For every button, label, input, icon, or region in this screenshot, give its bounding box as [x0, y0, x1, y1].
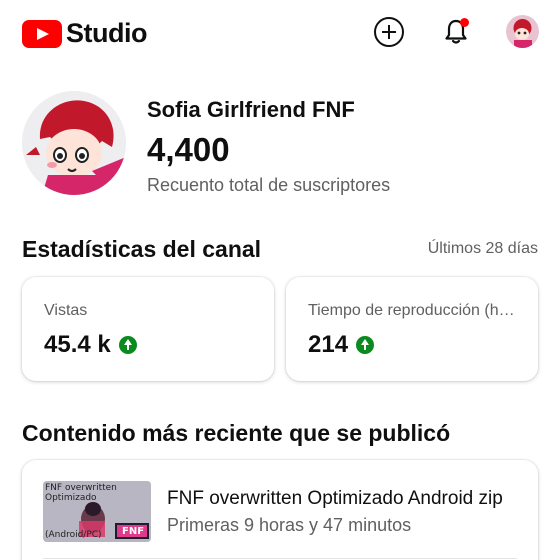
- stat-value-views: 45.4 k: [44, 331, 111, 358]
- logo-text: Studio: [66, 18, 147, 48]
- video-subtitle: Primeras 9 horas y 47 minutos: [167, 515, 412, 535]
- divider: [43, 558, 517, 559]
- thumbnail-caption: Optimizado: [45, 493, 97, 503]
- channel-avatar[interactable]: [22, 91, 126, 195]
- account-avatar[interactable]: [506, 15, 539, 48]
- watch-time-stat-card[interactable]: Tiempo de reproducción (horas) 214: [286, 277, 538, 381]
- video-title: FNF overwritten Optimizado Android zip: [167, 488, 503, 509]
- thumbnail-caption: FNF overwritten: [45, 483, 117, 493]
- youtube-play-icon: [22, 19, 62, 48]
- channel-avatar-image: [22, 91, 126, 195]
- stat-label-watch-time: Tiempo de reproducción (horas): [308, 302, 520, 319]
- avatar-image: [506, 15, 539, 48]
- views-stat-card[interactable]: Vistas 45.4 k: [22, 277, 274, 381]
- studio-logo[interactable]: Studio: [22, 18, 147, 49]
- stats-period: Últimos 28 días: [427, 240, 538, 257]
- recent-content-title: Contenido más reciente que se publicó: [22, 420, 451, 446]
- stat-value-watch-time: 214: [308, 331, 349, 358]
- thumbnail-logo-text: FNF: [122, 526, 145, 537]
- subscriber-count: 4,400: [147, 131, 230, 168]
- channel-name: Sofia Girlfriend FNF: [147, 97, 355, 122]
- thumbnail-caption: (Android/PC): [45, 530, 102, 540]
- subscriber-label: Recuento total de suscriptores: [147, 175, 391, 195]
- stat-label-views: Vistas: [44, 302, 88, 319]
- trend-up-icon: [118, 336, 137, 354]
- top-app-bar: Studio: [0, 0, 560, 64]
- recent-video-card[interactable]: FNF overwritten Optimizado (Android/PC) …: [22, 460, 538, 560]
- stat-value-row: 45.4 k: [44, 331, 137, 359]
- create-icon[interactable]: [374, 17, 404, 47]
- trend-up-icon: [356, 336, 375, 354]
- notifications-icon[interactable]: [440, 16, 472, 48]
- video-thumbnail[interactable]: FNF overwritten Optimizado (Android/PC) …: [43, 481, 151, 542]
- notification-badge: [460, 18, 469, 27]
- stat-value-row: 214: [308, 331, 375, 359]
- stats-section-title: Estadísticas del canal: [22, 236, 262, 262]
